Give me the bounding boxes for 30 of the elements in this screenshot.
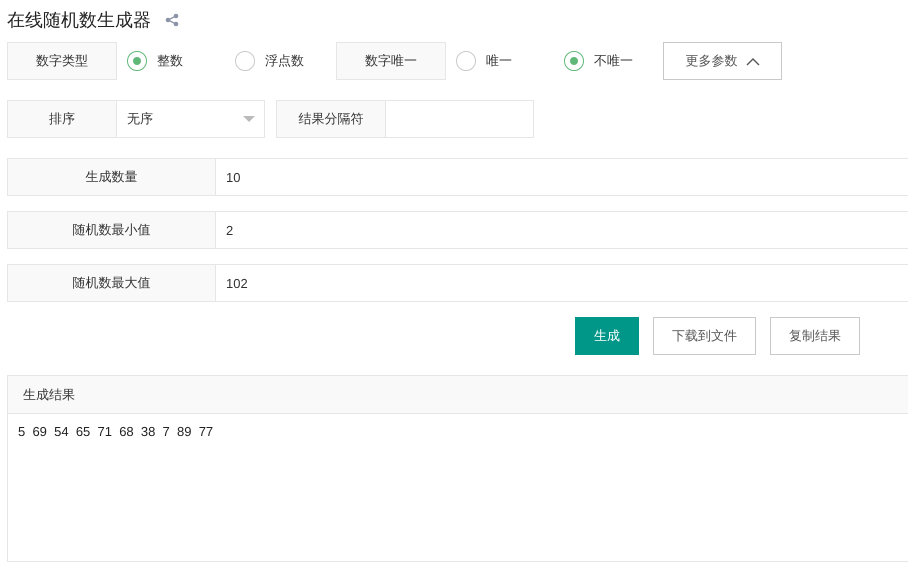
radio-button[interactable] (235, 51, 255, 71)
field-label: 数字类型 (7, 42, 117, 80)
input-field[interactable]: 102 (216, 264, 908, 302)
result-text: 5 69 54 65 71 68 38 7 89 77 (17, 423, 214, 441)
page-title: 在线随机数生成器 (7, 9, 151, 32)
radio-label[interactable]: 唯一 (486, 52, 512, 70)
radio-label[interactable]: 浮点数 (265, 52, 304, 70)
dropdown-arrow-icon (243, 116, 255, 122)
radio-label[interactable]: 整数 (157, 52, 183, 70)
field-label: 结果分隔符 (276, 100, 386, 138)
radio-button[interactable] (456, 51, 476, 71)
field-label: 随机数最小值 (7, 211, 216, 249)
radio-label[interactable]: 不唯一 (594, 52, 633, 70)
panel-header: 生成结果 (8, 376, 908, 414)
separator-input[interactable] (386, 100, 534, 138)
radio-button[interactable] (127, 51, 147, 71)
generate-button[interactable]: 生成 (575, 317, 639, 355)
input-field[interactable]: 10 (216, 158, 908, 196)
action-button[interactable]: 下载到文件 (653, 317, 756, 355)
radio-button[interactable] (564, 51, 584, 71)
field-label: 数字唯一 (336, 42, 446, 80)
more-options-button[interactable]: 更多参数 (663, 42, 782, 80)
field-label: 排序 (7, 100, 117, 138)
input-field[interactable]: 2 (216, 211, 908, 249)
field-label: 生成数量 (7, 158, 216, 196)
caret-icon (746, 56, 760, 66)
action-button[interactable]: 复制结果 (770, 317, 860, 355)
share-icon[interactable] (165, 13, 179, 27)
sort-dropdown[interactable]: 无序 (117, 100, 265, 138)
field-label: 随机数最大值 (7, 264, 216, 302)
